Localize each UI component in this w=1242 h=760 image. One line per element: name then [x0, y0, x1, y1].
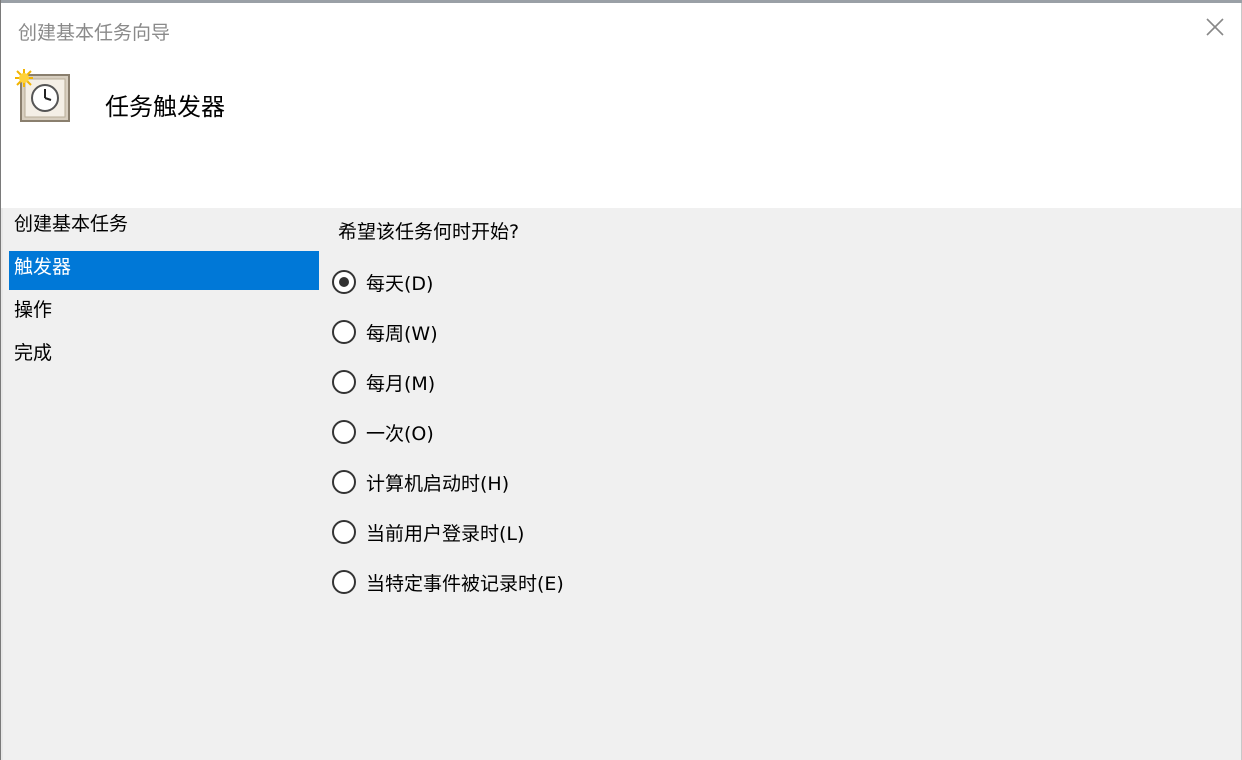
- sidebar-item-label: 操作: [14, 299, 53, 321]
- page-title: 任务触发器: [105, 93, 225, 121]
- radio-computer-startup[interactable]: 计算机启动时(H): [331, 468, 731, 518]
- radio-button[interactable]: [332, 420, 356, 444]
- sidebar-item-label: 完成: [14, 342, 53, 364]
- radio-button[interactable]: [332, 370, 356, 394]
- trigger-radio-group: 每天(D) 每周(W) 每月(M) 一次(O) 计算机启动时(H) 当前用户登录…: [331, 268, 731, 618]
- question-label: 希望该任务何时开始?: [338, 221, 520, 243]
- radio-button[interactable]: [332, 520, 356, 544]
- close-icon[interactable]: [1203, 15, 1227, 39]
- wizard-header: 任务触发器: [1, 53, 1241, 208]
- sidebar-item-label: 创建基本任务: [14, 213, 129, 235]
- radio-button[interactable]: [332, 570, 356, 594]
- radio-label[interactable]: 当特定事件被记录时(E): [366, 569, 564, 596]
- radio-button[interactable]: [332, 270, 356, 294]
- radio-monthly[interactable]: 每月(M): [331, 368, 731, 418]
- radio-label[interactable]: 每周(W): [366, 319, 438, 346]
- radio-one-time[interactable]: 一次(O): [331, 418, 731, 468]
- radio-button[interactable]: [332, 320, 356, 344]
- wizard-steps-sidebar: 创建基本任务 触发器 操作 完成: [9, 208, 319, 380]
- radio-selected-dot: [339, 277, 349, 287]
- radio-label[interactable]: 每月(M): [366, 369, 435, 396]
- window-title: 创建基本任务向导: [18, 22, 171, 44]
- radio-label[interactable]: 计算机启动时(H): [366, 469, 509, 496]
- sidebar-item-create-basic-task[interactable]: 创建基本任务: [9, 208, 319, 247]
- sidebar-item-label: 触发器: [14, 256, 72, 278]
- wizard-window: 创建基本任务向导 任务触发器 创建基本任务 触发器 操作 完成 希望该任务何时开…: [0, 0, 1242, 760]
- title-bar: 创建基本任务向导: [1, 3, 1241, 53]
- left-divider: [1, 208, 3, 760]
- radio-label[interactable]: 当前用户登录时(L): [366, 519, 524, 546]
- sidebar-item-trigger[interactable]: 触发器: [9, 251, 319, 290]
- sidebar-item-action[interactable]: 操作: [9, 294, 319, 333]
- radio-button[interactable]: [332, 470, 356, 494]
- task-clock-icon: [13, 67, 73, 127]
- radio-daily[interactable]: 每天(D): [331, 268, 731, 318]
- radio-user-logon[interactable]: 当前用户登录时(L): [331, 518, 731, 568]
- radio-label[interactable]: 每天(D): [366, 269, 433, 296]
- sidebar-item-finish[interactable]: 完成: [9, 337, 319, 376]
- radio-event-logged[interactable]: 当特定事件被记录时(E): [331, 568, 731, 618]
- radio-label[interactable]: 一次(O): [366, 419, 434, 446]
- radio-weekly[interactable]: 每周(W): [331, 318, 731, 368]
